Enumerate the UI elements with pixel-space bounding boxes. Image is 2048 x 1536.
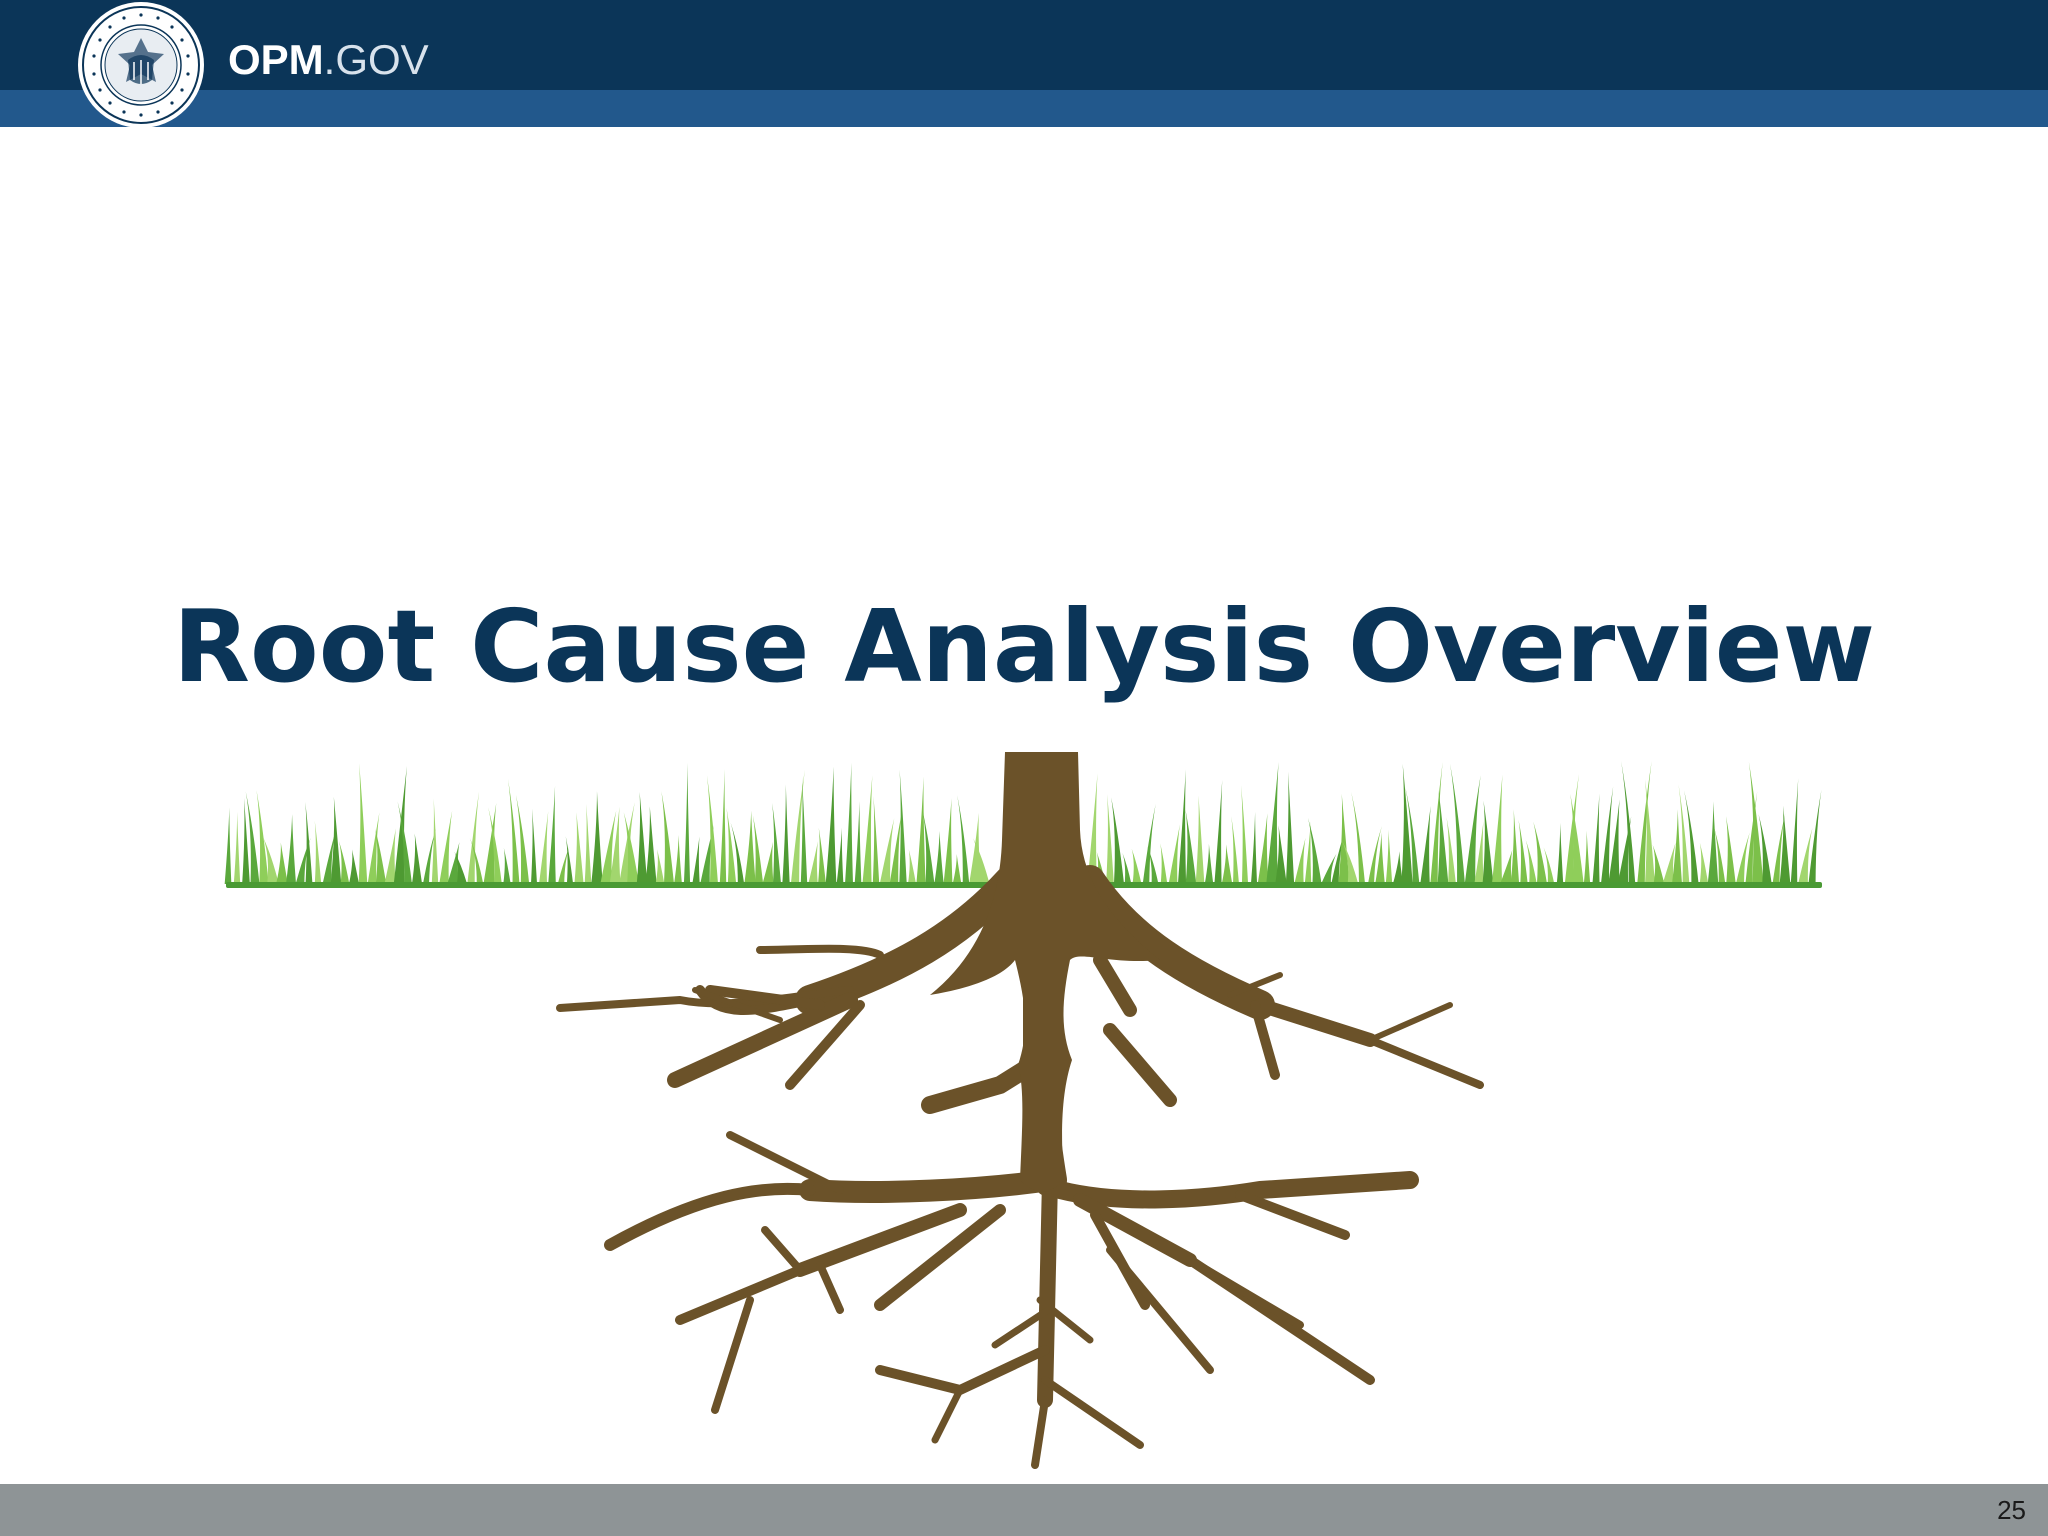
grass-blade [1446, 817, 1456, 884]
grass-blade [1556, 822, 1564, 884]
grass-blade [233, 811, 241, 884]
grass-blade [584, 803, 592, 884]
grass-blade [1699, 842, 1709, 884]
grass-blade [719, 769, 727, 884]
grass-blade [439, 810, 453, 884]
grass-blade [1168, 824, 1180, 884]
grass-blade [692, 836, 700, 884]
grass-blade [1707, 801, 1719, 884]
grass-blade [1652, 844, 1665, 884]
grass-blade [661, 791, 675, 884]
grass-blade [1221, 844, 1233, 884]
grass-blade [899, 769, 907, 884]
footer-bar: 25 [0, 1484, 2048, 1536]
grass-blade [1204, 843, 1214, 884]
grass-blade [508, 778, 520, 884]
grass-blade [1111, 797, 1125, 884]
grass-blade [1257, 813, 1269, 884]
grass-blade [808, 841, 818, 884]
grass-blade [818, 827, 826, 884]
grass-blade [1491, 774, 1503, 884]
grass-blade [224, 807, 232, 884]
grass-blade [1583, 830, 1591, 884]
grass-blade [1338, 793, 1350, 884]
tree-trunk [930, 752, 1160, 1192]
grass-blade [1533, 821, 1548, 884]
grass-blade [916, 776, 926, 884]
grass-blade [872, 796, 880, 884]
grass-blade [844, 762, 854, 884]
grass-blade [1195, 795, 1205, 884]
grass-blade [591, 791, 603, 884]
grass-blade [1645, 779, 1655, 884]
grass-blade [952, 853, 962, 884]
grass-blade [782, 784, 790, 884]
grass-blade [358, 763, 368, 884]
grass-blade [854, 801, 862, 884]
grass-blade [330, 796, 342, 884]
grass-blade [1420, 806, 1431, 884]
tree-root-grass-illustration [224, 752, 1822, 1469]
grass-blade [825, 766, 837, 884]
grass-blade [1392, 851, 1404, 884]
grass-blade [411, 833, 423, 884]
grass-blade [1294, 837, 1306, 884]
grass-blade [1266, 762, 1279, 884]
grass-blade [907, 849, 917, 884]
grass-blade [1185, 809, 1197, 884]
grass-blade [276, 842, 288, 884]
grass-blade [1304, 821, 1312, 884]
grass-blade [1375, 832, 1385, 884]
grass-blade [726, 807, 737, 884]
grass-blade [836, 827, 844, 884]
slide: OPM.GOV Root Cause Analysis Overview 25 [0, 0, 2048, 1536]
grass-blade [1122, 852, 1132, 884]
grass-blade [655, 849, 665, 884]
grass-blade [862, 775, 873, 884]
grass-blade [1779, 805, 1791, 884]
grass-blade [503, 847, 511, 884]
grass-blade [565, 836, 574, 884]
grass-blade [348, 849, 360, 884]
grass-blade [1214, 779, 1223, 884]
grass-blade [636, 792, 648, 884]
grass-blade [1285, 771, 1295, 884]
grass-blade [375, 828, 387, 884]
grass-blade [1250, 811, 1258, 884]
grass-blade [285, 814, 297, 884]
grass-blade [762, 841, 774, 884]
grass-blade [384, 828, 396, 884]
grass-blade [1518, 819, 1528, 884]
grass-blade [1592, 793, 1600, 884]
grass-blade [683, 762, 691, 884]
grass-blade [645, 806, 657, 884]
grass-blade [1525, 839, 1537, 884]
grass-blade [314, 820, 322, 884]
grass-blade [1241, 785, 1249, 884]
grass-blade [1725, 816, 1736, 884]
grass-blade [943, 798, 953, 884]
grass-blade [1482, 800, 1494, 884]
grass-blade [538, 811, 549, 884]
grass-blade [1160, 843, 1168, 884]
grass-blade [574, 812, 584, 884]
grass-blade [256, 790, 269, 884]
grass-blade [1671, 809, 1683, 884]
grass-blade [674, 834, 682, 884]
grass-blade [1510, 809, 1520, 884]
page-number: 25 [1997, 1495, 2026, 1525]
grass-blade [934, 830, 944, 884]
grass-blade [548, 785, 556, 884]
grass-blade [1790, 778, 1799, 884]
grass-blade [305, 802, 313, 884]
grass-blade [1177, 769, 1187, 884]
grass-blade [1385, 829, 1393, 884]
grass-blade [772, 803, 782, 884]
grass-blade [530, 808, 538, 884]
grass-blade [1131, 848, 1142, 884]
grass-blade [1231, 816, 1240, 884]
